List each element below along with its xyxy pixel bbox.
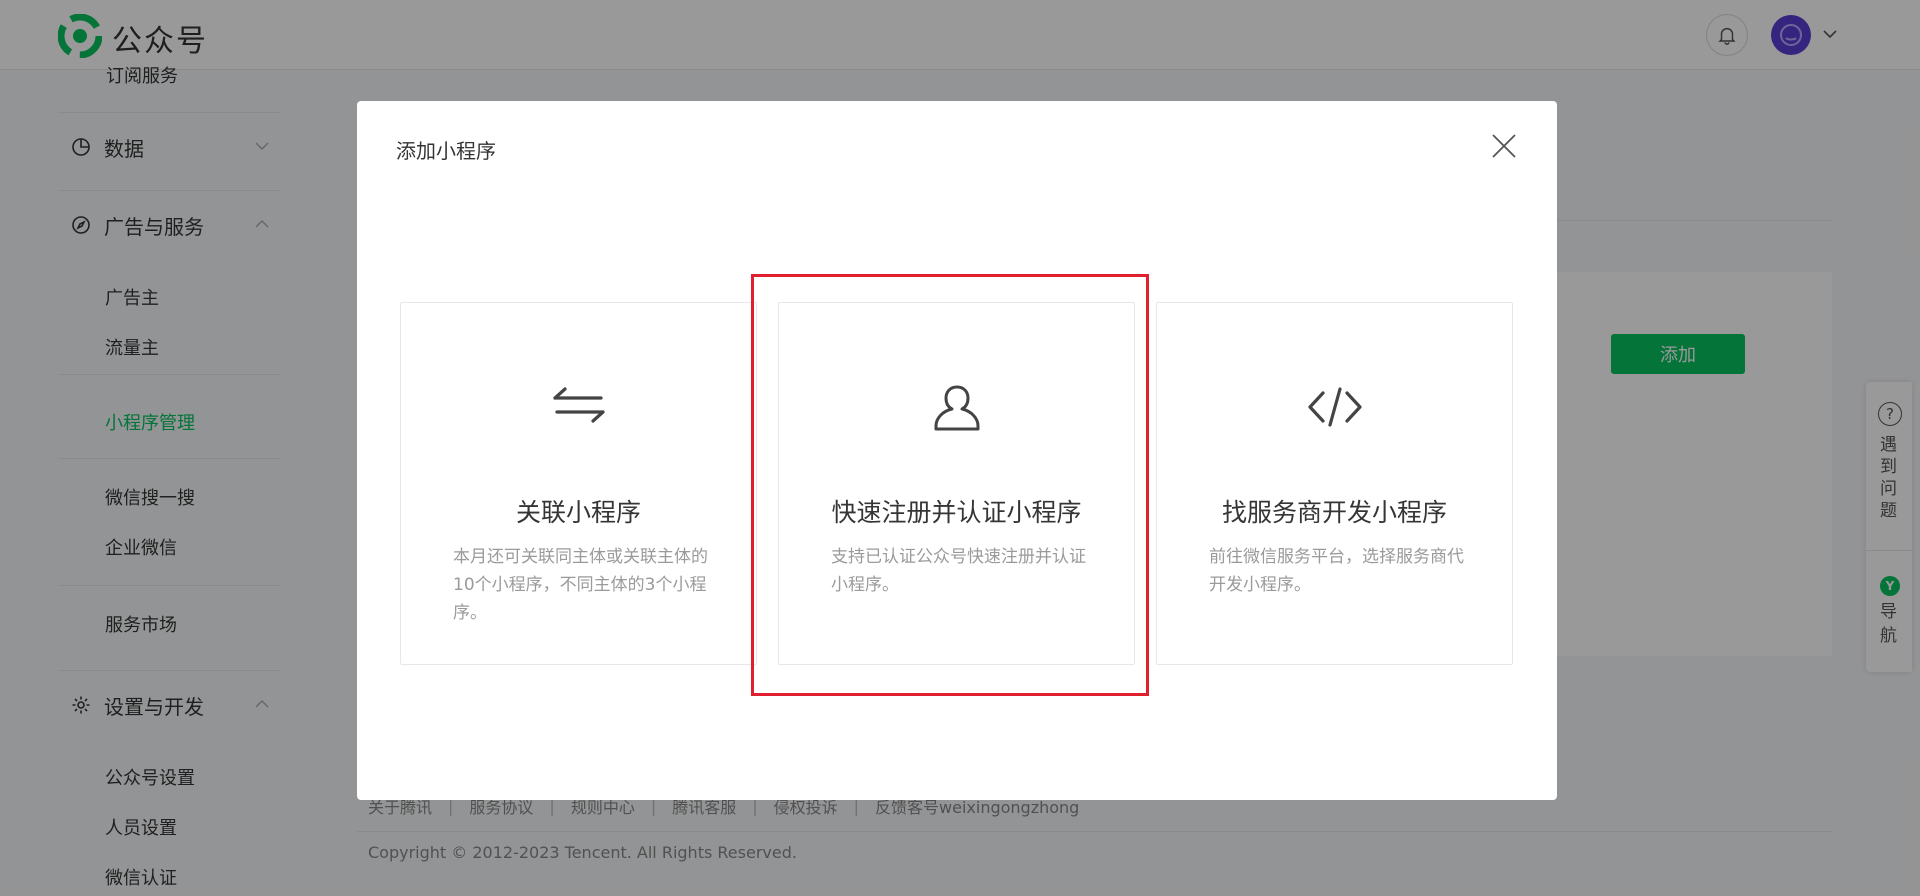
code-icon [1307,387,1362,427]
option-description: 前往微信服务平台，选择服务商代开发小程序。 [1209,547,1464,595]
dialog-title: 添加小程序 [396,139,496,163]
user-icon [934,385,979,431]
option-description: 支持已认证公众号快速注册并认证小程序。 [831,547,1086,595]
close-icon[interactable] [1489,131,1519,161]
option-description: 本月还可关联同主体或关联主体的10个小程序，不同主体的3个小程序。 [453,547,708,623]
option-link-miniprogram[interactable]: 关联小程序 本月还可关联同主体或关联主体的10个小程序，不同主体的3个小程序。 [400,302,757,665]
option-quick-register[interactable]: 快速注册并认证小程序 支持已认证公众号快速注册并认证小程序。 [778,302,1135,665]
option-find-provider[interactable]: 找服务商开发小程序 前往微信服务平台，选择服务商代开发小程序。 [1156,302,1513,665]
option-title: 快速注册并认证小程序 [831,498,1082,527]
swap-arrows-icon [552,387,605,423]
add-miniprogram-dialog: 添加小程序 关联小程序 本月还可关联同主体或关联主体的10个小程序，不同主体的3… [357,101,1557,800]
option-title: 找服务商开发小程序 [1221,498,1447,527]
option-title: 关联小程序 [515,498,641,527]
